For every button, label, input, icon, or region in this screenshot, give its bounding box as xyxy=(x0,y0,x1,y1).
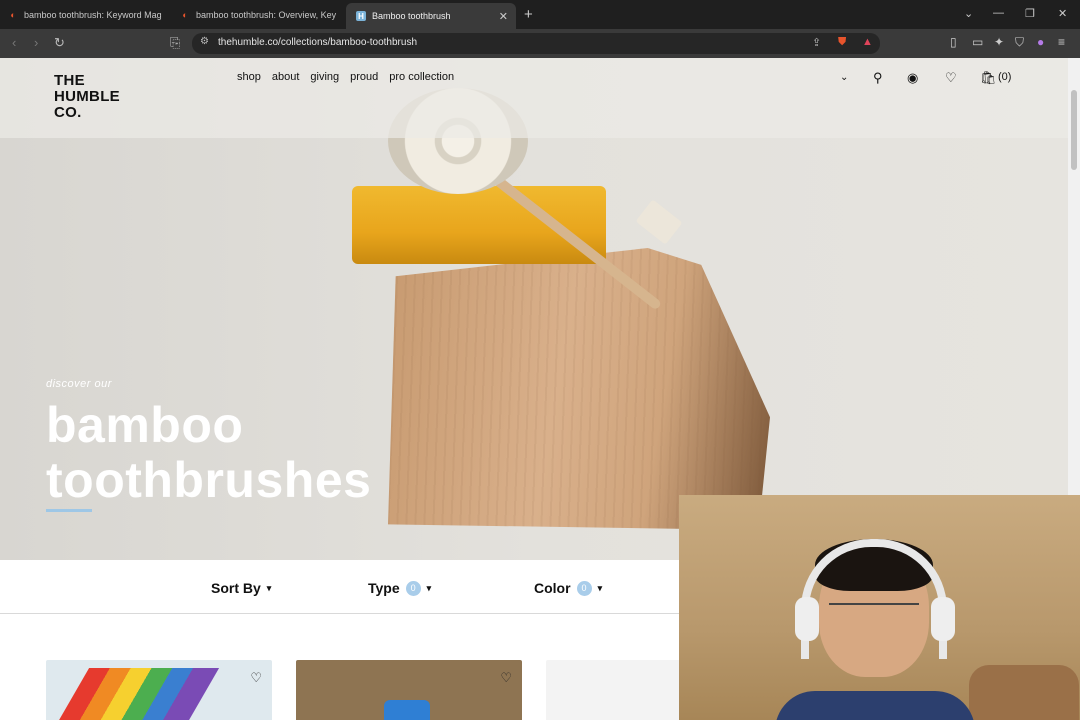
chevron-down-icon: ▾ xyxy=(266,582,272,593)
bookmark-icon[interactable]: ⎘ xyxy=(170,35,180,51)
tab-search-icon[interactable]: ⌄ xyxy=(964,7,973,20)
cart-count[interactable]: (0) xyxy=(998,71,1011,83)
brave-rewards-icon[interactable]: ▲ xyxy=(862,36,873,48)
leo-ai-icon[interactable]: ● xyxy=(1037,35,1044,49)
account-icon[interactable]: ◉ xyxy=(907,70,918,86)
product-card[interactable]: ♡ xyxy=(296,660,522,720)
headphone-cup xyxy=(795,597,819,641)
back-icon[interactable]: ‹ xyxy=(12,35,16,50)
menu-icon[interactable]: ≡ xyxy=(1058,35,1065,49)
wishlist-heart-icon[interactable]: ♡ xyxy=(500,670,512,686)
tab-bamboo-toothbrush[interactable]: H Bamboo toothbrush ✕ xyxy=(346,3,516,29)
tab-title: bamboo toothbrush: Keyword Mag xyxy=(24,9,162,20)
cart-icon[interactable]: 🛍 xyxy=(980,70,997,86)
browser-window: ◐ bamboo toothbrush: Keyword Mag ◐ bambo… xyxy=(0,0,1080,720)
logo-line: CO. xyxy=(54,104,82,121)
wishlist-heart-icon[interactable]: ♡ xyxy=(945,70,957,86)
headphone-cup xyxy=(931,597,955,641)
address-bar[interactable]: ⚙ thehumble.co/collections/bamboo-toothb… xyxy=(192,33,880,54)
close-tab-icon[interactable]: ✕ xyxy=(499,10,508,23)
semrush-icon: ◐ xyxy=(182,9,188,20)
tab-keyword-overview[interactable]: ◐ bamboo toothbrush: Overview, Key xyxy=(180,0,340,29)
restore-icon[interactable]: ❐ xyxy=(1025,7,1035,20)
soap-bar-image xyxy=(352,186,606,264)
window-close-icon[interactable]: ✕ xyxy=(1058,7,1067,20)
share-icon[interactable]: ⇪ xyxy=(812,36,821,49)
hero-underline xyxy=(46,509,92,512)
hero-title-line: bamboo xyxy=(46,397,244,453)
logo-line: THE xyxy=(54,72,85,89)
scroll-thumb[interactable] xyxy=(1071,90,1077,170)
semrush-icon: ◐ xyxy=(10,9,16,20)
region-chevron-down-icon[interactable]: ⌄ xyxy=(840,72,848,83)
blue-toothbrush-image xyxy=(384,700,430,720)
filter-count-badge: 0 xyxy=(576,580,592,596)
hero-title: bamboo toothbrushes xyxy=(46,398,371,508)
hero-banner: THE HUMBLE CO. shop about giving proud p… xyxy=(0,58,1068,560)
wallet-icon[interactable]: ▭ xyxy=(972,35,983,49)
filter-label: Type xyxy=(368,580,400,596)
filter-count-badge: 0 xyxy=(405,580,421,596)
chair-image xyxy=(969,665,1079,720)
person-shirt xyxy=(775,691,975,720)
chevron-down-icon: ▾ xyxy=(597,582,603,593)
extensions-icon[interactable]: ✦ xyxy=(994,35,1004,49)
minimize-icon[interactable]: — xyxy=(993,7,1004,19)
logo-line: HUMBLE xyxy=(54,88,120,105)
nav-about[interactable]: about xyxy=(272,71,300,83)
site-logo[interactable]: THE HUMBLE CO. xyxy=(54,73,120,121)
forward-icon[interactable]: › xyxy=(34,35,38,50)
hero-title-line: toothbrushes xyxy=(46,452,372,508)
tab-strip: ◐ bamboo toothbrush: Keyword Mag ◐ bambo… xyxy=(0,0,1080,29)
sort-by-dropdown[interactable]: Sort By ▾ xyxy=(211,580,271,596)
product-card[interactable]: ♡ xyxy=(46,660,272,720)
tab-keyword-magic[interactable]: ◐ bamboo toothbrush: Keyword Mag xyxy=(8,0,168,29)
toothbrush-bristles xyxy=(635,199,683,245)
rainbow-toothbrush-image xyxy=(46,668,220,720)
filter-label: Sort By xyxy=(211,580,261,596)
nav-proud[interactable]: proud xyxy=(350,71,378,83)
humble-favicon-icon: H xyxy=(356,11,366,21)
tab-title: bamboo toothbrush: Overview, Key xyxy=(196,9,337,20)
nav-pro-collection[interactable]: pro collection xyxy=(389,71,454,83)
site-info-icon[interactable]: ⚙ xyxy=(200,36,209,47)
search-icon[interactable]: ⚲ xyxy=(873,70,883,86)
reload-icon[interactable]: ↻ xyxy=(54,35,65,51)
sidebar-icon[interactable]: ▯ xyxy=(950,35,957,49)
brave-shield-icon[interactable]: ⛊ xyxy=(838,36,846,49)
wood-grain xyxy=(388,248,770,530)
tab-title: Bamboo toothbrush xyxy=(372,11,451,21)
site-header: THE HUMBLE CO. shop about giving proud p… xyxy=(0,58,1068,138)
filter-label: Color xyxy=(534,580,571,596)
browser-toolbar: ‹ › ↻ ⎘ ⚙ thehumble.co/collections/bambo… xyxy=(0,29,1080,58)
main-nav: shop about giving proud pro collection xyxy=(237,71,465,83)
type-filter-dropdown[interactable]: Type 0 ▾ xyxy=(368,580,431,596)
hero-eyebrow: discover our xyxy=(46,378,112,390)
new-tab-icon[interactable]: + xyxy=(524,6,533,23)
wishlist-heart-icon[interactable]: ♡ xyxy=(250,670,262,686)
color-filter-dropdown[interactable]: Color 0 ▾ xyxy=(534,580,602,596)
webcam-overlay xyxy=(679,495,1080,720)
url-text: thehumble.co/collections/bamboo-toothbru… xyxy=(218,37,418,48)
nav-shop[interactable]: shop xyxy=(237,71,261,83)
nav-giving[interactable]: giving xyxy=(310,71,339,83)
chevron-down-icon: ▾ xyxy=(426,582,432,593)
vpn-icon[interactable]: ⛉ xyxy=(1015,35,1024,50)
